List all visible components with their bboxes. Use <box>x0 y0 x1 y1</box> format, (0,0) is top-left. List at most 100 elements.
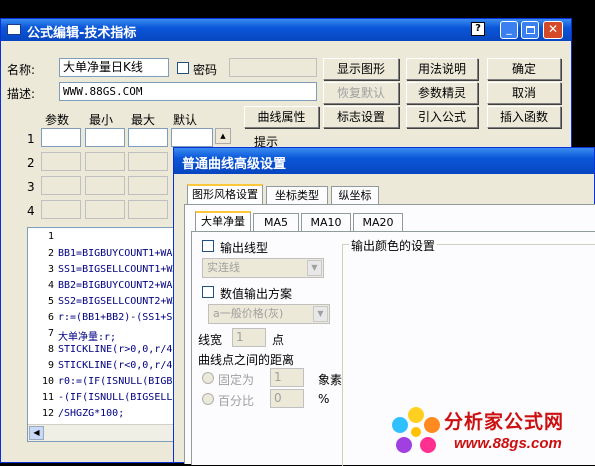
code-text: r:=(BB1+BB2)-(SS1+SS2 <box>58 312 177 323</box>
watermark-url: www.88gs.com <box>454 435 562 452</box>
fixed-radio[interactable] <box>202 372 214 384</box>
subtab-ma5[interactable]: MA5 <box>253 213 299 231</box>
watermark-text: 分析家公式网 <box>444 411 565 433</box>
param-header-min: 最小 <box>89 113 114 127</box>
code-editor[interactable]: 1 2 BB1=BIGBUYCOUNT1+WAITE 3 SS1=BIGSELLCO… <box>27 227 177 442</box>
minimize-button[interactable]: _ <box>500 21 518 39</box>
tab-y-axis[interactable]: 纵坐标 <box>331 186 379 204</box>
param-4-min[interactable] <box>85 200 125 219</box>
close-button[interactable]: ✕ <box>543 21 563 39</box>
code-hscrollbar[interactable]: ◀ <box>28 424 176 441</box>
code-text: STICKLINE(r>0,0,r/4,8) <box>58 344 176 355</box>
password-input[interactable] <box>229 58 317 77</box>
code-text: BB2=BIGBUYCOUNT2+WAITE <box>58 280 176 291</box>
curve-props-button[interactable]: 曲线属性 <box>244 106 319 128</box>
desc-label: 描述: <box>7 87 36 101</box>
param-3-max[interactable] <box>128 176 168 195</box>
maximize-button[interactable] <box>521 21 539 39</box>
line-number: 1 <box>47 231 54 242</box>
name-input-value: 大单净量日K线 <box>63 60 143 74</box>
param-3-name[interactable] <box>41 176 81 195</box>
line-number: 9 <box>47 360 54 371</box>
param-4-name[interactable] <box>41 200 81 219</box>
param-row-3-label: 3 <box>27 180 35 194</box>
scroll-left-icon[interactable]: ◀ <box>29 426 44 440</box>
linetype-select[interactable]: 实连线 ▼ <box>202 258 324 278</box>
flower-icon <box>392 407 440 453</box>
param-row-4-label: 4 <box>27 204 35 218</box>
param-header-name: 参数 <box>45 113 70 127</box>
param-2-max[interactable] <box>128 152 168 171</box>
line-number: 5 <box>47 296 54 307</box>
param-header-max: 最大 <box>131 113 156 127</box>
fixed-label: 固定为 <box>218 373 255 387</box>
tab-axis-type[interactable]: 坐标类型 <box>266 186 328 204</box>
code-text: -(IF(ISNULL(BIGSELLCOU <box>58 392 176 403</box>
numeric-output-label: 数值输出方案 <box>220 287 293 301</box>
desc-input[interactable]: WWW.88GS.COM <box>59 82 317 101</box>
usage-button[interactable]: 用法说明 <box>406 58 478 80</box>
param-1-name[interactable] <box>41 128 81 147</box>
output-linetype-label: 输出线型 <box>220 241 269 255</box>
code-text: STICKLINE(r<0,0,r/4,8) <box>58 360 176 371</box>
percent-label: 百分比 <box>218 394 255 408</box>
ok-button[interactable]: 确定 <box>487 58 561 80</box>
cancel-button[interactable]: 取消 <box>487 82 561 104</box>
curve-distance-label: 曲线点之间的距离 <box>198 353 295 367</box>
param-3-min[interactable] <box>85 176 125 195</box>
tab-graph-style[interactable]: 图形风格设置 <box>187 184 263 204</box>
line-number: 7 <box>47 328 54 339</box>
watermark-logo: 分析家公式网 www.88gs.com <box>390 405 590 459</box>
numeric-scheme-select[interactable]: a一般价格(灰) ▼ <box>208 304 330 324</box>
percent-input[interactable]: 0 <box>270 389 304 408</box>
param-row-1-label: 1 <box>27 132 35 146</box>
code-text: r0:=(IF(ISNULL(BIGBUY <box>58 376 177 387</box>
insert-function-button[interactable]: 插入函数 <box>487 106 561 128</box>
main-title: 公式编辑-技术指标 <box>27 26 137 41</box>
output-linetype-checkbox[interactable] <box>202 240 214 252</box>
subtab-ma10[interactable]: MA10 <box>301 213 351 231</box>
percent-value: 0 <box>274 391 282 405</box>
desc-input-value: WWW.88GS.COM <box>63 85 143 98</box>
param-header-default: 默认 <box>173 113 198 127</box>
show-chart-button[interactable]: 显示图形 <box>323 58 399 80</box>
numeric-scheme-value: a一般价格(灰) <box>213 307 284 320</box>
code-text: SS2=BIGSELLCOUNT2+WAIT <box>58 296 176 307</box>
dialog-titlebar[interactable]: 普通曲线高级设置 <box>174 148 594 174</box>
param-scroll-up[interactable]: ▲ <box>215 128 231 144</box>
chevron-down-icon: ▼ <box>307 260 322 276</box>
linetype-value: 实连线 <box>207 261 240 274</box>
percent-radio[interactable] <box>202 393 214 405</box>
line-width-value: 1 <box>236 330 244 344</box>
indicator-settings-button[interactable]: 标志设置 <box>323 106 399 128</box>
password-label: 密码 <box>193 63 218 77</box>
import-formula-button[interactable]: 引入公式 <box>406 106 478 128</box>
subtab-main[interactable]: 大单净量 <box>195 211 251 231</box>
main-titlebar[interactable]: 公式编辑-技术指标 ? _ ✕ <box>1 19 571 41</box>
line-number: 6 <box>47 312 54 323</box>
line-width-input[interactable]: 1 <box>232 328 266 347</box>
dialog-title: 普通曲线高级设置 <box>182 157 287 172</box>
line-number: 4 <box>47 280 54 291</box>
param-1-default[interactable] <box>171 128 213 147</box>
numeric-output-checkbox[interactable] <box>202 286 214 298</box>
name-input[interactable]: 大单净量日K线 <box>59 58 169 77</box>
fixed-value: 1 <box>274 370 282 384</box>
code-text: /SHGZG*100; <box>58 408 125 419</box>
param-wizard-button[interactable]: 参数精灵 <box>406 82 478 104</box>
param-2-min[interactable] <box>85 152 125 171</box>
param-row-2-label: 2 <box>27 156 35 170</box>
help-button[interactable]: ? <box>471 22 485 36</box>
fixed-input[interactable]: 1 <box>270 368 304 387</box>
restore-default-button[interactable]: 恢复默认 <box>323 82 399 104</box>
password-checkbox[interactable] <box>177 62 189 74</box>
line-number: 3 <box>47 264 54 275</box>
subtab-ma20[interactable]: MA20 <box>353 213 403 231</box>
param-1-max[interactable] <box>128 128 168 147</box>
param-1-min[interactable] <box>85 128 125 147</box>
line-number: 2 <box>47 248 54 259</box>
color-group-label: 输出颜色的设置 <box>349 237 438 254</box>
param-4-max[interactable] <box>128 200 168 219</box>
param-2-name[interactable] <box>41 152 81 171</box>
code-text: BB1=BIGBUYCOUNT1+WAITE <box>58 248 176 259</box>
